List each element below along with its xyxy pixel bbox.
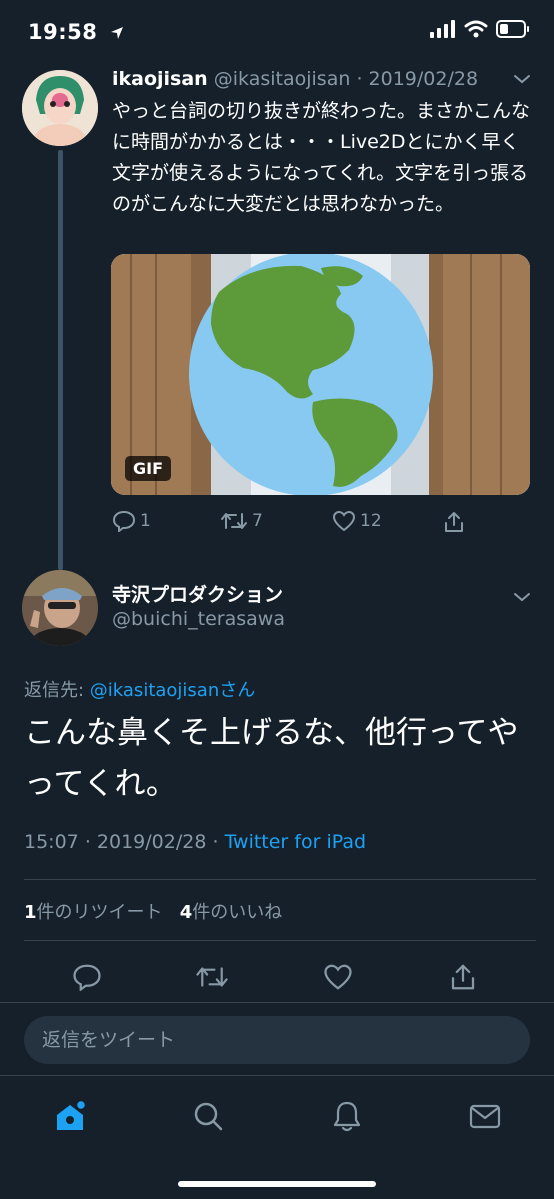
tweet2-reply-button[interactable] (67, 957, 107, 997)
battery-icon (496, 20, 529, 38)
home-indicator (178, 1181, 376, 1187)
tweet1-reply-button[interactable]: 1 (112, 510, 151, 532)
tweet2-name[interactable]: 寺沢プロダクション (112, 580, 283, 607)
tweet1-share-button[interactable] (442, 510, 466, 534)
like-icon (324, 964, 352, 990)
like-icon (332, 510, 356, 532)
status-bar-time: 19:58 (28, 20, 125, 44)
tab-messages[interactable] (465, 1096, 505, 1136)
status-time-text: 19:58 (28, 20, 98, 44)
search-icon (194, 1102, 223, 1131)
retweet-icon (196, 967, 228, 987)
tweet2-like-button[interactable] (318, 957, 358, 997)
tweet2-meta-separator-2: · (212, 831, 219, 853)
tweet2-time: 15:07 (24, 831, 79, 853)
reply-to-prefix: 返信先: (24, 680, 90, 701)
like-count: 4 (179, 902, 193, 923)
reply-to-handle[interactable]: @ikasitaojisan (90, 680, 219, 701)
thread-line (58, 150, 63, 570)
retweet-label: 件のリツイート (36, 902, 163, 923)
tweet2-actions (0, 957, 554, 997)
tweet2-text: こんな鼻くそ上げるな、他行ってやってくれ。 (24, 715, 519, 802)
tweet1-name[interactable]: ikaojisan (112, 68, 208, 90)
tweet1-caret-icon[interactable] (512, 72, 532, 86)
tweet1-retweet-count: 7 (252, 511, 263, 531)
gif-thumbnail (111, 254, 530, 495)
avatar-image (22, 70, 98, 146)
gif-badge: GIF (125, 456, 172, 481)
status-bar-indicators (430, 20, 530, 38)
tweet2-share-button[interactable] (443, 957, 483, 997)
retweet-count: 1 (24, 902, 37, 923)
divider-middle (24, 940, 536, 941)
engagement-counts: 1件のリツイート 4件のいいね (24, 898, 282, 924)
reply-to-line: 返信先: @ikasitaojisanさん (24, 676, 255, 702)
tweet1-reply-count: 1 (140, 511, 151, 531)
wifi-icon (464, 20, 488, 38)
tweet2-handle[interactable]: @buichi_terasawa (112, 608, 285, 630)
avatar-ikaojisan[interactable] (22, 70, 98, 146)
tweet2-source[interactable]: Twitter for iPad (225, 831, 366, 853)
tweet1-handle[interactable]: @ikasitaojisan (214, 68, 351, 90)
tweet2-caret-icon[interactable] (512, 590, 532, 604)
home-icon (57, 1099, 87, 1130)
signal-icon (430, 20, 455, 38)
like-label: 件のいいね (192, 902, 283, 923)
tweet2-date: 2019/02/28 (96, 831, 207, 853)
tab-bar (0, 1075, 554, 1199)
tweet1-actions: 1 7 12 (112, 510, 472, 538)
messages-icon (469, 1104, 501, 1129)
tab-home[interactable] (50, 1096, 90, 1136)
tweet2-meta: 15:07 · 2019/02/28 · Twitter for iPad (24, 831, 366, 853)
tweet1-like-button[interactable]: 12 (332, 510, 382, 532)
tweet1-like-count: 12 (360, 511, 382, 531)
divider-bottom (0, 1002, 554, 1003)
retweet-icon (221, 513, 247, 529)
tab-notifications[interactable] (327, 1096, 367, 1136)
divider-top (24, 879, 536, 880)
share-icon (451, 964, 475, 990)
tweet1-text: やっと台詞の切り抜きが終わった。まさかこんなに時間がかかるとは・・・Live2D… (112, 100, 531, 215)
tweet1-retweet-button[interactable]: 7 (220, 510, 263, 532)
reply-to-suffix: さん (219, 680, 256, 701)
reply-icon (112, 510, 136, 532)
tweet2-meta-separator: · (84, 831, 91, 853)
notifications-icon (333, 1101, 361, 1132)
tweet1-date: 2019/02/28 (368, 68, 479, 90)
reply-box[interactable] (24, 1016, 530, 1064)
avatar-buichi-terasawa[interactable] (22, 570, 98, 646)
reply-input[interactable] (24, 1016, 530, 1064)
location-arrow-icon (111, 27, 124, 39)
share-icon (445, 512, 463, 532)
reply-icon (73, 964, 101, 991)
tweet1-header: ikaojisan @ikasitaojisan · 2019/02/28 (112, 68, 478, 90)
tweet1-media-gif[interactable]: GIF (111, 254, 530, 495)
avatar-image (22, 570, 98, 646)
tab-search[interactable] (188, 1096, 228, 1136)
tweet2-retweet-button[interactable] (192, 957, 232, 997)
tweet1-separator: · (356, 68, 363, 90)
like-stat[interactable]: 4件のいいね (180, 902, 283, 923)
retweet-stat[interactable]: 1件のリツイート (24, 902, 163, 923)
